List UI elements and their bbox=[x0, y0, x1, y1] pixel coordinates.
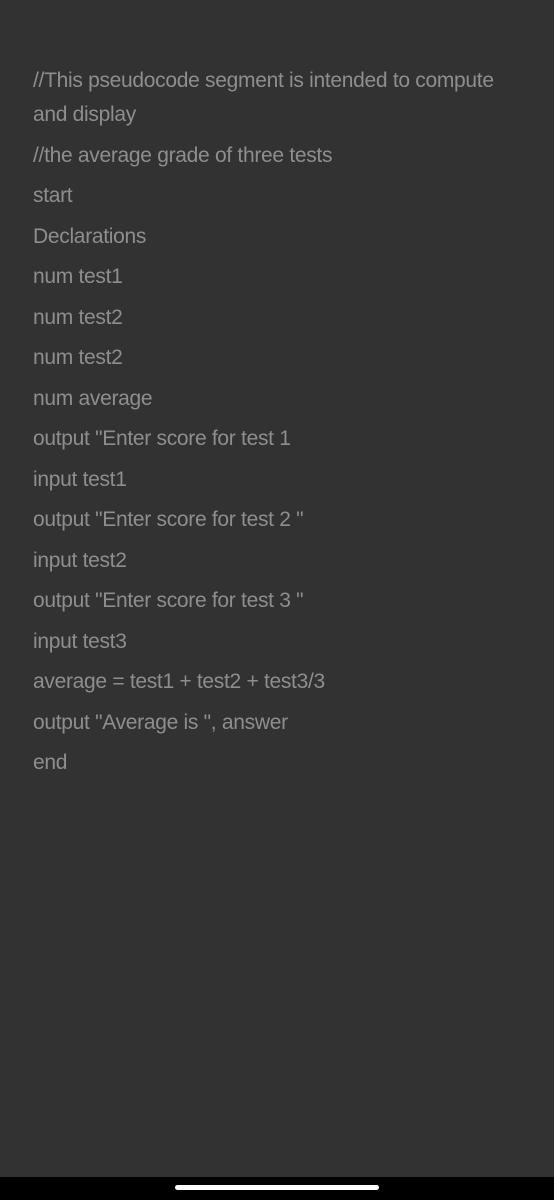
code-line-num-test2-dup: num test2 bbox=[33, 346, 123, 369]
code-line-output-average: output "Average is ", answer bbox=[33, 710, 288, 734]
code-line-end: end bbox=[33, 751, 68, 774]
code-line-declarations: Declarations bbox=[33, 224, 147, 248]
home-indicator[interactable] bbox=[175, 1185, 379, 1190]
code-line-comment-1: //This pseudocode segment is intended to… bbox=[33, 69, 494, 126]
code-line-average-calc: average = test1 + test2 + test3/3 bbox=[33, 670, 325, 693]
code-line-num-test2: num test2 bbox=[33, 305, 123, 329]
pseudocode-document: //This pseudocode segment is intended to… bbox=[33, 64, 533, 787]
code-line-input-test3: input test3 bbox=[33, 629, 127, 653]
code-line-input-test2: input test2 bbox=[33, 548, 127, 572]
code-line-input-test1: input test1 bbox=[33, 467, 127, 491]
system-navigation-bar bbox=[0, 1177, 554, 1200]
code-line-output-test3: output "Enter score for test 3 " bbox=[33, 589, 304, 612]
code-line-num-average: num average bbox=[33, 386, 153, 410]
code-line-num-test1: num test1 bbox=[33, 265, 123, 288]
code-line-output-test2: output "Enter score for test 2 " bbox=[33, 508, 304, 531]
code-line-start: start bbox=[33, 184, 73, 207]
code-line-comment-2: //the average grade of three tests bbox=[33, 143, 333, 167]
code-line-output-test1: output "Enter score for test 1 bbox=[33, 427, 291, 450]
